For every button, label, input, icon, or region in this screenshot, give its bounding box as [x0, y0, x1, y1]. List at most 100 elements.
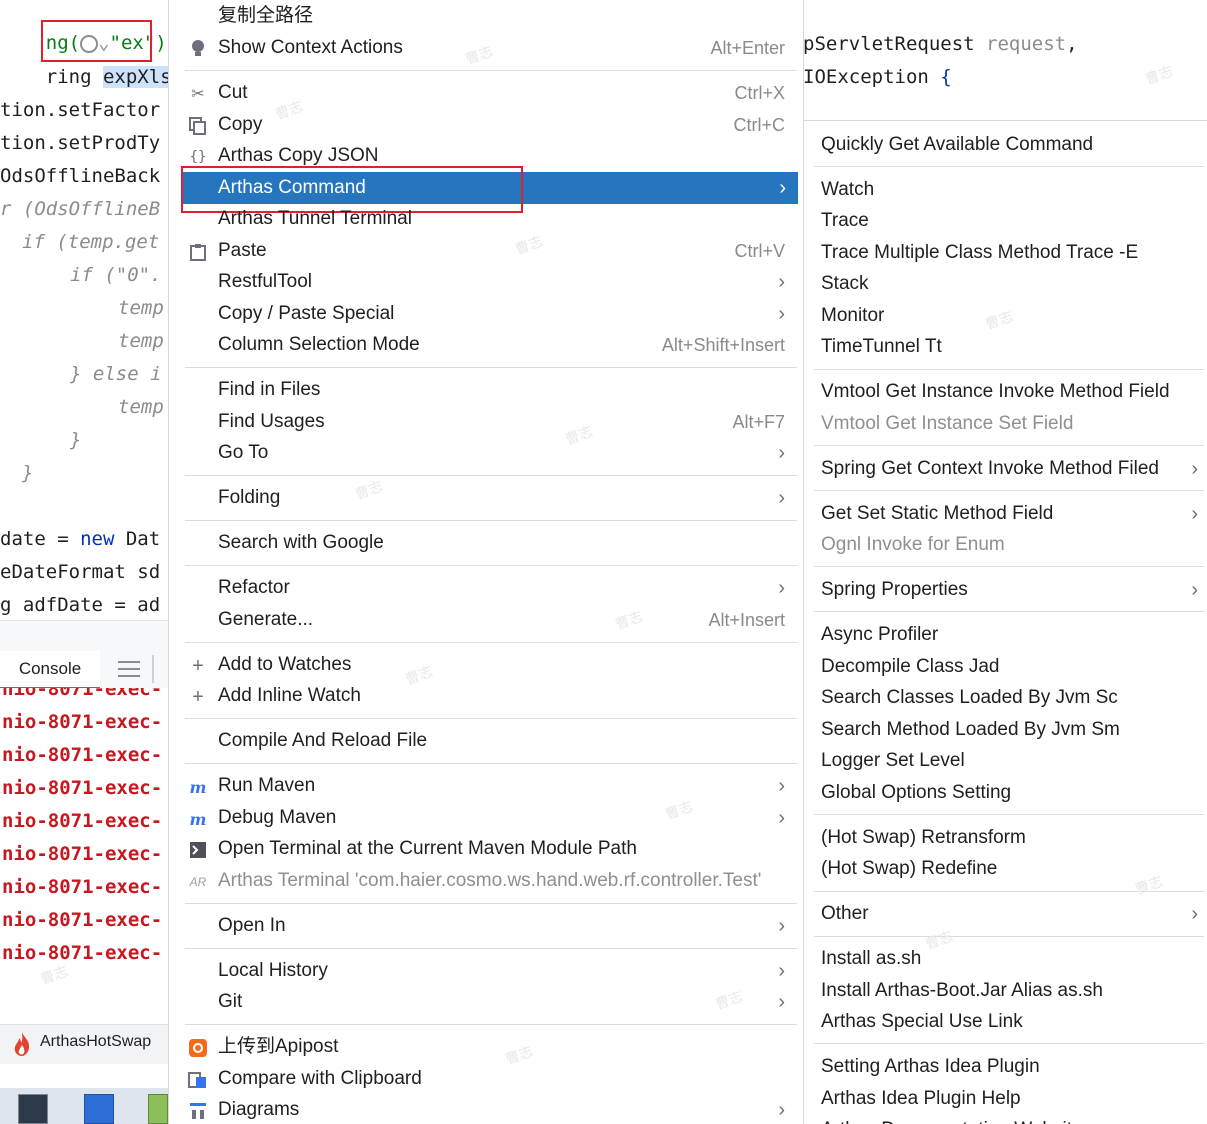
- submenu-item-retransform[interactable]: (Hot Swap) Retransform: [804, 822, 1207, 854]
- log-line: nio-8071-exec-: [2, 843, 163, 865]
- menu-item-search-with-google[interactable]: Search with Google: [185, 527, 797, 559]
- menu-item-git[interactable]: Git ›: [185, 986, 797, 1018]
- menu-separator: [185, 718, 797, 719]
- submenu-item-monitor[interactable]: Monitor: [804, 300, 1207, 332]
- menu-separator: [185, 1024, 797, 1025]
- submenu-item-special-use-link[interactable]: Arthas Special Use Link: [804, 1006, 1207, 1038]
- menu-item-add-inline-watch[interactable]: + Add Inline Watch: [185, 680, 797, 712]
- submenu-item-vmtool-invoke[interactable]: Vmtool Get Instance Invoke Method Field: [804, 376, 1207, 408]
- menu-item-copy[interactable]: Copy Ctrl+C: [185, 109, 797, 141]
- menu-item-find-in-files[interactable]: Find in Files: [185, 374, 797, 406]
- submenu-item-timetunnel[interactable]: TimeTunnel Tt: [804, 331, 1207, 363]
- menu-item-arthas-tunnel-terminal[interactable]: Arthas Tunnel Terminal: [185, 203, 797, 235]
- log-line: nio-8071-exec-: [2, 744, 163, 766]
- chevron-right-icon: ›: [778, 487, 785, 509]
- monitor-icon[interactable]: [84, 1094, 114, 1124]
- menu-item-restfultool[interactable]: RestfulTool ›: [185, 266, 797, 298]
- submenu-item-spring-properties[interactable]: Spring Properties ›: [804, 574, 1207, 606]
- submenu-item-spring-context[interactable]: Spring Get Context Invoke Method Filed ›: [804, 453, 1207, 485]
- menu-item-copy-full-path[interactable]: 复制全路径: [185, 0, 797, 32]
- menu-separator: [814, 166, 1204, 167]
- chevron-right-icon: ›: [1191, 903, 1198, 925]
- submenu-item-other[interactable]: Other ›: [804, 898, 1207, 930]
- log-line: nio-8071-exec-: [2, 909, 163, 931]
- cmd-icon[interactable]: [18, 1094, 48, 1124]
- submenu-item-vmtool-set-field[interactable]: Vmtool Get Instance Set Field: [804, 408, 1207, 440]
- submenu-item-trace[interactable]: Trace: [804, 205, 1207, 237]
- code-editor[interactable]: ng(⌄"ex") ring expXlsWat tion.setFactor …: [0, 0, 168, 620]
- submenu-item-documentation-website[interactable]: Arthas Documentation Website: [804, 1114, 1207, 1124]
- submenu-item-trace-multiple[interactable]: Trace Multiple Class Method Trace -E: [804, 237, 1207, 269]
- submenu-item-quickly-get-command[interactable]: Quickly Get Available Command: [804, 129, 1207, 161]
- chevron-right-icon: ›: [778, 577, 785, 599]
- submenu-item-plugin-help[interactable]: Arthas Idea Plugin Help: [804, 1083, 1207, 1115]
- menu-item-folding[interactable]: Folding ›: [185, 482, 797, 514]
- code-editor-right[interactable]: pServletRequest request, IOException {: [803, 0, 1207, 120]
- menu-item-compile-and-reload[interactable]: Compile And Reload File: [185, 725, 797, 757]
- submenu-item-search-method[interactable]: Search Method Loaded By Jvm Sm: [804, 714, 1207, 746]
- menu-separator: [814, 490, 1204, 491]
- submenu-item-ognl-enum[interactable]: Ognl Invoke for Enum: [804, 529, 1207, 561]
- menu-separator: [814, 611, 1204, 612]
- code-line: }: [22, 462, 34, 484]
- menu-item-copy-paste-special[interactable]: Copy / Paste Special ›: [185, 298, 797, 330]
- menu-item-go-to[interactable]: Go To ›: [185, 437, 797, 469]
- arthas-terminal-icon: AR: [189, 875, 207, 889]
- menu-item-local-history[interactable]: Local History ›: [185, 955, 797, 987]
- maven-run-icon: m: [189, 777, 207, 797]
- code-line: OdsOfflineBack: [0, 165, 161, 187]
- menu-item-cut[interactable]: ✂ Cut Ctrl+X: [185, 77, 797, 109]
- menu-item-upload-apipost[interactable]: 上传到Apipost: [185, 1031, 797, 1063]
- hotswap-toolwindow-tab[interactable]: ArthasHotSwap: [0, 1024, 168, 1064]
- menu-item-open-terminal-maven-path[interactable]: Open Terminal at the Current Maven Modul…: [185, 833, 797, 865]
- hamburger-icon[interactable]: [118, 661, 140, 679]
- selected-identifier[interactable]: expXlsWat: [102, 66, 168, 88]
- tab-console[interactable]: Console: [0, 651, 100, 689]
- submenu-item-decompile-jad[interactable]: Decompile Class Jad: [804, 651, 1207, 683]
- menu-item-arthas-terminal[interactable]: AR Arthas Terminal 'com.haier.cosmo.ws.h…: [185, 865, 797, 897]
- braces-icon: {}: [189, 149, 207, 165]
- menu-item-refactor[interactable]: Refactor ›: [185, 572, 797, 604]
- console-toolbar: Console: [0, 620, 168, 689]
- menu-item-compare-with-clipboard[interactable]: Compare with Clipboard: [185, 1063, 797, 1095]
- code-line: }: [70, 429, 82, 451]
- menu-separator: [814, 445, 1204, 446]
- menu-item-open-in[interactable]: Open In ›: [185, 910, 797, 942]
- menu-item-paste[interactable]: Paste Ctrl+V: [185, 235, 797, 267]
- code-line: temp: [118, 297, 164, 319]
- menu-item-show-context-actions[interactable]: Show Context Actions Alt+Enter: [185, 32, 797, 64]
- code-line: IOException {: [803, 66, 952, 88]
- submenu-item-search-classes[interactable]: Search Classes Loaded By Jvm Sc: [804, 682, 1207, 714]
- menu-separator: [814, 891, 1204, 892]
- menu-separator: [185, 948, 797, 949]
- submenu-item-logger-level[interactable]: Logger Set Level: [804, 745, 1207, 777]
- app-icon[interactable]: [148, 1094, 168, 1124]
- menu-item-column-selection-mode[interactable]: Column Selection Mode Alt+Shift+Insert: [185, 329, 797, 361]
- submenu-item-install-as-sh[interactable]: Install as.sh: [804, 943, 1207, 975]
- menu-item-diagrams[interactable]: Diagrams ›: [185, 1094, 797, 1124]
- submenu-item-redefine[interactable]: (Hot Swap) Redefine: [804, 853, 1207, 885]
- submenu-item-watch[interactable]: Watch: [804, 174, 1207, 206]
- menu-separator: [814, 936, 1204, 937]
- submenu-item-stack[interactable]: Stack: [804, 268, 1207, 300]
- menu-item-add-to-watches[interactable]: + Add to Watches: [185, 649, 797, 681]
- add-watch-icon: +: [192, 654, 204, 677]
- code-line: if (temp.get: [22, 231, 160, 253]
- submenu-item-async-profiler[interactable]: Async Profiler: [804, 619, 1207, 651]
- submenu-item-install-boot-jar[interactable]: Install Arthas-Boot.Jar Alias as.sh: [804, 975, 1207, 1007]
- submenu-item-global-options[interactable]: Global Options Setting: [804, 777, 1207, 809]
- scissors-icon: ✂: [191, 86, 205, 103]
- submenu-item-static-method-field[interactable]: Get Set Static Method Field ›: [804, 498, 1207, 530]
- menu-item-find-usages[interactable]: Find Usages Alt+F7: [185, 406, 797, 438]
- log-line: nio-8071-exec-: [2, 942, 163, 964]
- chevron-right-icon: ›: [778, 271, 785, 293]
- menu-item-debug-maven[interactable]: m Debug Maven ›: [185, 802, 797, 834]
- console-output[interactable]: nio-8071-exec- nio-8071-exec- nio-8071-e…: [0, 688, 168, 1024]
- divider: [152, 655, 154, 683]
- menu-separator: [185, 70, 797, 71]
- menu-separator: [814, 369, 1204, 370]
- menu-item-run-maven[interactable]: m Run Maven ›: [185, 770, 797, 802]
- submenu-item-setting-plugin[interactable]: Setting Arthas Idea Plugin: [804, 1051, 1207, 1083]
- menu-item-generate[interactable]: Generate... Alt+Insert: [185, 604, 797, 636]
- menu-separator: [185, 475, 797, 476]
